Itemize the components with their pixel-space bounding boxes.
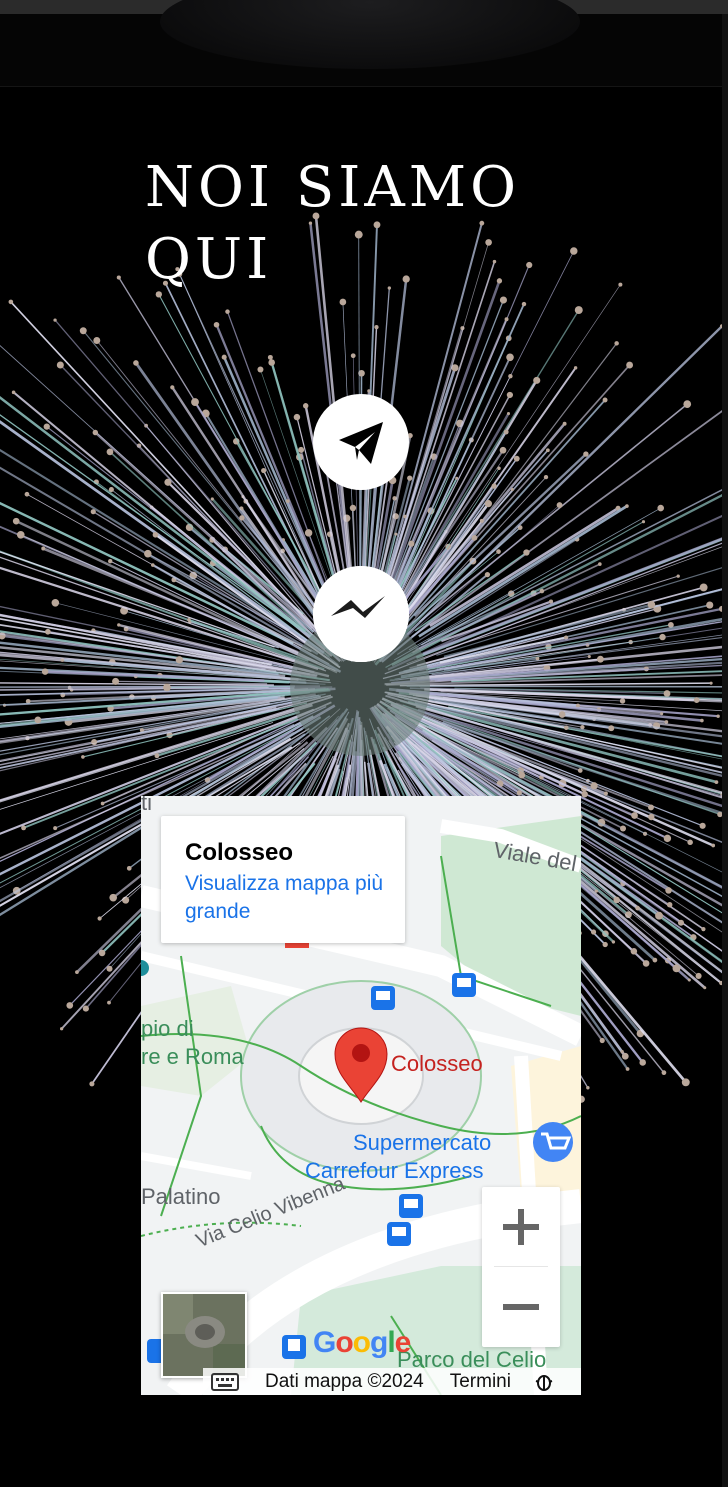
telegram-icon <box>339 422 383 464</box>
plus-icon <box>503 1209 539 1245</box>
map-label-palatino: Palatino <box>141 1184 221 1209</box>
zoom-in-button[interactable] <box>482 1187 560 1267</box>
larger-map-link[interactable]: Visualizza mappa più grande <box>185 870 395 926</box>
map-attribution-bar: Dati mappa ©2024 Termini <box>203 1368 581 1395</box>
bus-stop-icon[interactable] <box>371 986 395 1010</box>
map-embed[interactable]: Viale del ti pio di re e Roma Colosseo S… <box>141 796 581 1395</box>
scrollbar-track[interactable] <box>722 14 728 1487</box>
map-label-tempio-2: re e Roma <box>141 1044 244 1069</box>
google-logo: Google <box>313 1326 411 1359</box>
messenger-icon <box>313 566 409 662</box>
bus-stop-icon[interactable] <box>387 1222 411 1246</box>
bus-stop-icon[interactable] <box>399 1194 423 1218</box>
map-label-fragment: ti <box>141 796 152 815</box>
marker-label[interactable]: Colosseo <box>391 1051 483 1077</box>
place-title: Colosseo <box>185 839 294 866</box>
messenger-button[interactable] <box>313 566 409 662</box>
place-info-card: Colosseo Visualizza mappa più grande <box>161 816 405 943</box>
minus-icon <box>503 1304 539 1310</box>
map-data-text: Dati mappa ©2024 <box>265 1370 424 1392</box>
satellite-thumbnail <box>163 1294 245 1376</box>
shopping-cart-icon[interactable] <box>533 1122 573 1162</box>
header-strip <box>0 0 722 87</box>
terms-link[interactable]: Termini <box>450 1371 511 1393</box>
section-title: NOI SIAMO QUI <box>145 155 521 292</box>
map-label-tempio-1: pio di <box>141 1016 194 1041</box>
satellite-view-toggle[interactable] <box>161 1292 247 1378</box>
bus-stop-icon[interactable] <box>452 973 476 997</box>
keyboard-icon[interactable] <box>211 1372 239 1391</box>
bug-report-icon[interactable] <box>535 1372 553 1392</box>
tram-stop-icon[interactable] <box>282 1335 306 1359</box>
telegram-button[interactable] <box>313 394 409 490</box>
zoom-out-button[interactable] <box>482 1267 560 1347</box>
map-label-supermarket-1[interactable]: Supermercato <box>353 1130 491 1156</box>
header-decoration <box>160 0 580 69</box>
zoom-control <box>482 1187 560 1347</box>
